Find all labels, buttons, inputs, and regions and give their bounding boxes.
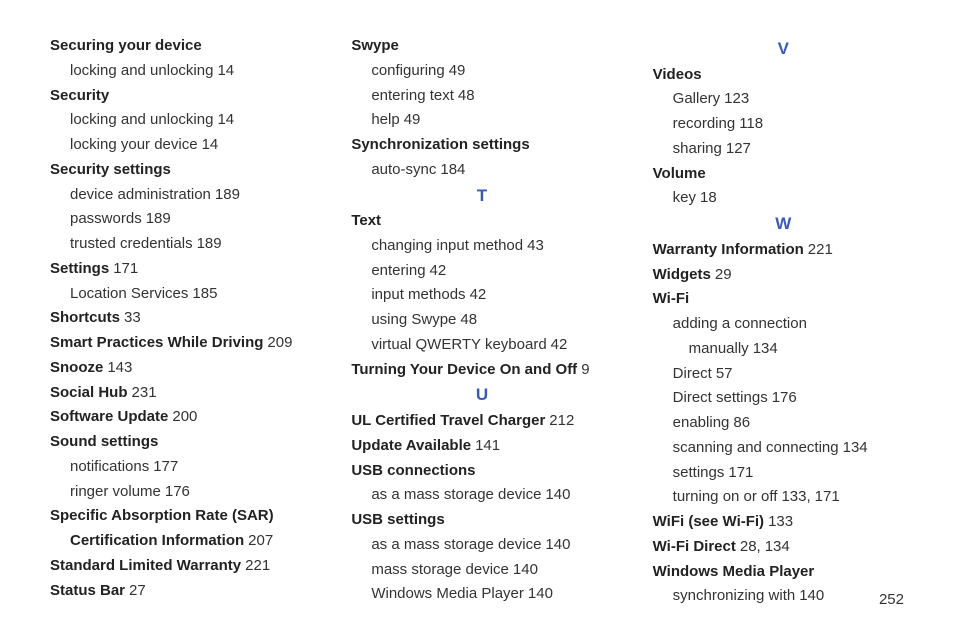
index-term: Widgets	[653, 266, 711, 283]
index-subentry: scanning and connecting134	[653, 437, 914, 459]
index-term: WiFi (see Wi-Fi)	[653, 513, 764, 530]
index-subentry: configuring49	[351, 60, 612, 82]
index-subentry: trusted credentials189	[50, 233, 311, 255]
index-column-1: Securing your device locking and unlocki…	[50, 35, 311, 610]
index-term: Security	[50, 87, 109, 104]
index-term: Securing your device	[50, 37, 202, 54]
index-subentry: key18	[653, 187, 914, 209]
index-term: Warranty Information	[653, 241, 804, 258]
index-subentry: input methods42	[351, 284, 612, 306]
index-subentry: ringer volume176	[50, 481, 311, 503]
index-term: Standard Limited Warranty	[50, 557, 241, 574]
index-subentry: passwords189	[50, 208, 311, 230]
index-term: Specific Absorption Rate (SAR)	[50, 507, 274, 524]
index-term: UL Certified Travel Charger	[351, 412, 545, 429]
index-subentry: Gallery123	[653, 88, 914, 110]
index-subentry: device administration189	[50, 184, 311, 206]
index-subentry: changing input method43	[351, 235, 612, 257]
index-term: Update Available	[351, 437, 471, 454]
index-subentry: virtual QWERTY keyboard42	[351, 334, 612, 356]
index-subentry: as a mass storage device140	[351, 484, 612, 506]
index-term: Status Bar	[50, 582, 125, 599]
index-letter-T: T	[351, 184, 612, 209]
index-term: Social Hub	[50, 384, 128, 401]
index-subentry: sharing127	[653, 138, 914, 160]
index-term: Wi-Fi Direct	[653, 538, 736, 555]
index-subentry: notifications177	[50, 456, 311, 478]
index-subentry: locking your device14	[50, 134, 311, 156]
index-subentry: help49	[351, 109, 612, 131]
index-subentry: using Swype48	[351, 309, 612, 331]
index-term: Shortcuts	[50, 309, 120, 326]
index-term: Synchronization settings	[351, 136, 529, 153]
index-subentry: turning on or off133,171	[653, 486, 914, 508]
index-term: Wi-Fi	[653, 290, 690, 307]
index-term: Sound settings	[50, 433, 158, 450]
index-term: USB settings	[351, 511, 444, 528]
index-subentry: entering42	[351, 260, 612, 282]
index-subentry: recording118	[653, 113, 914, 135]
index-subentry: auto-sync184	[351, 159, 612, 181]
index-term: Text	[351, 212, 381, 229]
index-term: Smart Practices While Driving	[50, 334, 263, 351]
index-term: Software Update	[50, 408, 168, 425]
index-letter-W: W	[653, 212, 914, 237]
index-subentry: Location Services185	[50, 283, 311, 305]
index-subentry: as a mass storage device140	[351, 534, 612, 556]
index-column-2: Swype configuring49 entering text48 help…	[351, 35, 612, 610]
index-columns: Securing your device locking and unlocki…	[50, 35, 914, 610]
index-subentry: entering text48	[351, 85, 612, 107]
index-term: Swype	[351, 37, 399, 54]
index-term: Turning Your Device On and Off	[351, 361, 577, 378]
index-subentry: adding a connection	[653, 313, 914, 335]
index-subentry: settings171	[653, 462, 914, 484]
index-subentry: mass storage device140	[351, 559, 612, 581]
page-number: 252	[879, 591, 904, 608]
index-subentry: locking and unlocking14	[50, 60, 311, 82]
index-subentry: enabling86	[653, 412, 914, 434]
index-letter-U: U	[351, 383, 612, 408]
index-subentry: manually134	[653, 338, 914, 360]
index-term: USB connections	[351, 462, 475, 479]
index-subentry: Direct57	[653, 363, 914, 385]
index-term: Security settings	[50, 161, 171, 178]
index-term: Videos	[653, 66, 702, 83]
index-subentry: Direct settings176	[653, 387, 914, 409]
index-term: Windows Media Player	[653, 563, 815, 580]
index-term: Snooze	[50, 359, 103, 376]
index-column-3: V Videos Gallery123 recording118 sharing…	[653, 35, 914, 610]
index-letter-V: V	[653, 37, 914, 62]
index-subentry: locking and unlocking14	[50, 109, 311, 131]
index-subentry: synchronizing with140	[653, 585, 914, 607]
index-term: Volume	[653, 165, 706, 182]
index-subentry: Windows Media Player140	[351, 583, 612, 605]
index-term: Settings	[50, 260, 109, 277]
